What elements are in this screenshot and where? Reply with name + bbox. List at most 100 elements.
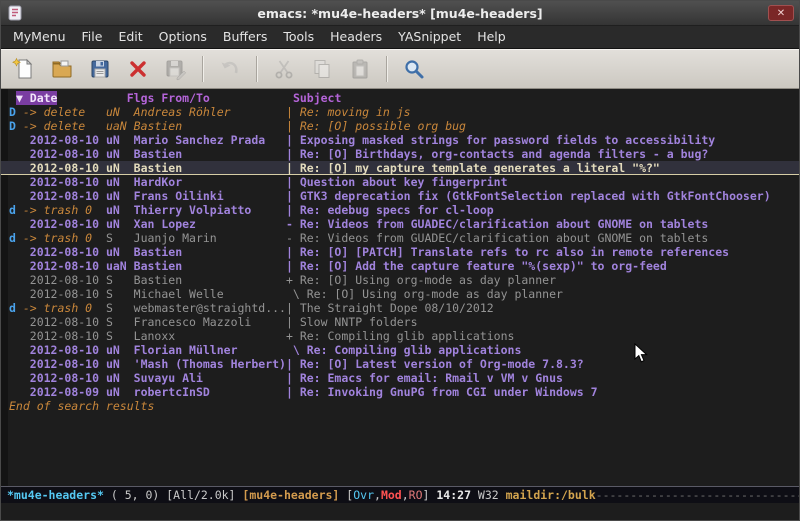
- column-header-date[interactable]: ▼ Date: [16, 91, 58, 105]
- copy-button: [305, 54, 339, 84]
- title-bar[interactable]: emacs: *mu4e-headers* [mu4e-headers] ✕: [1, 1, 799, 26]
- message-row[interactable]: 2012-08-10 uaN Bastien | Re: [O] Add the…: [1, 259, 799, 273]
- message-row[interactable]: D -> delete uaN Bastien | Re: [O] possib…: [1, 119, 799, 133]
- row-body: S Juanjo Marin - Re: Videos from GUADEC/…: [106, 231, 708, 245]
- message-row[interactable]: 2012-08-09 uN robertcInSD | Re: Invoking…: [1, 385, 799, 399]
- column-header-subject[interactable]: Subject: [293, 91, 341, 105]
- menu-mymenu[interactable]: MyMenu: [5, 26, 74, 48]
- mark-field: [9, 385, 23, 399]
- message-row[interactable]: 2012-08-10 uN Suvayu Ali | Re: Emacs for…: [1, 371, 799, 385]
- mouse-cursor: [634, 343, 648, 364]
- mark-field: d: [9, 231, 23, 245]
- window-close-button[interactable]: ✕: [768, 5, 794, 21]
- row-body: uN Bastien | Re: [O] my capture template…: [106, 161, 660, 175]
- modeline-segment-name: *mu4e-headers*: [7, 488, 104, 502]
- modeline-segment-mod: Mod: [381, 488, 402, 502]
- mark-field: [9, 259, 23, 273]
- mode-line: *mu4e-headers* ( 5, 0) [All/2.0k] [mu4e-…: [1, 486, 799, 503]
- modeline-segment-folder: maildir:/bulk: [506, 488, 596, 502]
- message-row[interactable]: D -> delete uN Andreas Röhler | Re: movi…: [1, 105, 799, 119]
- message-row[interactable]: 2012-08-10 uN Bastien | Re: [O] my captu…: [1, 161, 799, 175]
- mark-field: [9, 315, 23, 329]
- message-row[interactable]: 2012-08-10 uN Florian Müllner \ Re: Comp…: [1, 343, 799, 357]
- modeline-segment-plain: W32: [471, 488, 506, 502]
- message-row[interactable]: 2012-08-10 uN Bastien | Re: [O] [PATCH] …: [1, 245, 799, 259]
- menu-yasnippet[interactable]: YASnippet: [390, 26, 469, 48]
- row-body: uN Florian Müllner \ Re: Compiling glib …: [106, 343, 521, 357]
- column-header-from[interactable]: From/To: [161, 91, 209, 105]
- kill-buffer-button[interactable]: [121, 54, 155, 84]
- message-row[interactable]: d -> trash 0 uN Thierry Volpiatto | Re: …: [1, 203, 799, 217]
- menu-buffers[interactable]: Buffers: [215, 26, 275, 48]
- modeline-segment-plain: ,: [374, 488, 381, 502]
- mark-field: D: [9, 119, 23, 133]
- menu-tools[interactable]: Tools: [275, 26, 322, 48]
- toolbar-separator: [386, 56, 388, 82]
- menu-options[interactable]: Options: [151, 26, 215, 48]
- toolbar: [1, 49, 799, 89]
- message-row[interactable]: d -> trash 0 S Juanjo Marin - Re: Videos…: [1, 231, 799, 245]
- row-body: uN robertcInSD | Re: Invoking GnuPG from…: [106, 385, 598, 399]
- message-row[interactable]: 2012-08-10 uN 'Mash (Thomas Herbert)| Re…: [1, 357, 799, 371]
- message-row[interactable]: 2012-08-10 uN Frans Oilinki | GTK3 depre…: [1, 189, 799, 203]
- mark-field: d: [9, 301, 23, 315]
- mark-field: [9, 371, 23, 385]
- paste-button: [343, 54, 377, 84]
- column-header-flags[interactable]: Flgs: [127, 91, 155, 105]
- message-list: D -> delete uN Andreas Röhler | Re: movi…: [1, 105, 799, 399]
- date-field: 2012-08-10: [23, 329, 106, 343]
- date-field: 2012-08-10: [23, 259, 106, 273]
- message-row[interactable]: 2012-08-10 uN Bastien | Re: [O] Birthday…: [1, 147, 799, 161]
- mark-field: [9, 329, 23, 343]
- row-body: uN Frans Oilinki | GTK3 deprecation fix …: [106, 189, 771, 203]
- modeline-segment-plain: ,: [402, 488, 409, 502]
- window-icon: [7, 5, 23, 21]
- row-body: S Francesco Mazzoli | Slow NNTP folders: [106, 315, 418, 329]
- message-row[interactable]: 2012-08-10 uN Mario Sanchez Prada | Expo…: [1, 133, 799, 147]
- emacs-window: emacs: *mu4e-headers* [mu4e-headers] ✕ M…: [0, 0, 800, 521]
- row-body: S Lanoxx + Re: Compiling glib applicatio…: [106, 329, 515, 343]
- echo-area[interactable]: [1, 503, 799, 520]
- cut-scissors-icon: [272, 57, 296, 81]
- save-as-button: [159, 54, 193, 84]
- date-field: 2012-08-10: [23, 245, 106, 259]
- row-body: uN Xan Lopez - Re: Videos from GUADEC/cl…: [106, 217, 708, 231]
- menu-help[interactable]: Help: [469, 26, 514, 48]
- date-field: 2012-08-10: [23, 343, 106, 357]
- new-file-button[interactable]: [7, 54, 41, 84]
- date-field: 2012-08-10: [23, 217, 106, 231]
- message-row[interactable]: 2012-08-10 S Lanoxx + Re: Compiling glib…: [1, 329, 799, 343]
- date-field: 2012-08-10: [23, 133, 106, 147]
- menu-bar: MyMenuFileEditOptionsBuffersToolsHeaders…: [1, 26, 799, 49]
- search-button[interactable]: [397, 54, 431, 84]
- message-row[interactable]: 2012-08-10 S Michael Welle \ Re: [O] Usi…: [1, 287, 799, 301]
- row-body: uN HardKor | Question about key fingerpr…: [106, 175, 508, 189]
- mark-field: [9, 273, 23, 287]
- menu-file[interactable]: File: [74, 26, 111, 48]
- undo-button: [213, 54, 247, 84]
- save-button[interactable]: [83, 54, 117, 84]
- date-field: 2012-08-09: [23, 385, 106, 399]
- open-file-button[interactable]: [45, 54, 79, 84]
- date-field: 2012-08-10: [23, 273, 106, 287]
- undo-icon: [218, 57, 242, 81]
- row-body: uaN Bastien | Re: [O] possible org bug: [106, 119, 466, 133]
- row-body: S Bastien + Re: [O] Using org-mode as da…: [106, 273, 556, 287]
- message-row[interactable]: 2012-08-10 uN Xan Lopez - Re: Videos fro…: [1, 217, 799, 231]
- modeline-segment-dashes: ----------------------------------------…: [596, 488, 799, 502]
- menu-headers[interactable]: Headers: [322, 26, 390, 48]
- mark-field: [9, 161, 23, 175]
- message-row[interactable]: 2012-08-10 uN HardKor | Question about k…: [1, 175, 799, 189]
- modeline-segment-time: 14:27: [436, 488, 471, 502]
- mark-field: D: [9, 105, 23, 119]
- message-row[interactable]: 2012-08-10 S Francesco Mazzoli | Slow NN…: [1, 315, 799, 329]
- mark-field: [9, 147, 23, 161]
- search-magnifier-icon: [402, 57, 426, 81]
- date-field: -> trash 0: [23, 203, 106, 217]
- message-row[interactable]: 2012-08-10 S Bastien + Re: [O] Using org…: [1, 273, 799, 287]
- date-field: 2012-08-10: [23, 147, 106, 161]
- date-field: 2012-08-10: [23, 189, 106, 203]
- window-title: emacs: *mu4e-headers* [mu4e-headers]: [1, 6, 799, 21]
- menu-edit[interactable]: Edit: [110, 26, 150, 48]
- message-row[interactable]: d -> trash 0 S webmaster@straightd...| T…: [1, 301, 799, 315]
